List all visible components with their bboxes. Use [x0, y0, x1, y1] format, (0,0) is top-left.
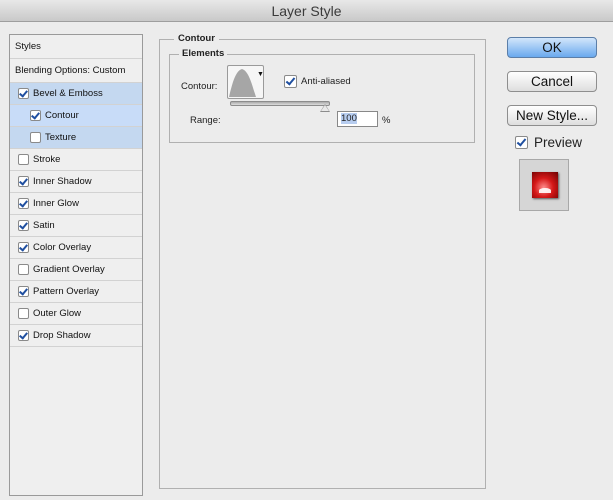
checkbox-contour[interactable]: [30, 110, 41, 121]
title-bar: Layer Style: [0, 0, 613, 22]
style-item-outer-glow[interactable]: Outer Glow: [10, 303, 142, 325]
anti-aliased-label: Anti-aliased: [301, 76, 351, 87]
style-item-inner-shadow[interactable]: Inner Shadow: [10, 171, 142, 193]
range-slider-thumb[interactable]: [320, 104, 330, 112]
style-item-label: Bevel & Emboss: [33, 88, 103, 99]
range-unit: %: [382, 115, 391, 126]
elements-group: Elements Contour: ▼ Anti-aliased Range: …: [169, 48, 475, 143]
style-item-stroke[interactable]: Stroke: [10, 149, 142, 171]
style-item-label: Satin: [33, 220, 55, 231]
checkbox-stroke[interactable]: [18, 154, 29, 165]
checkbox-inner-shadow[interactable]: [18, 176, 29, 187]
window-title: Layer Style: [271, 3, 342, 19]
checkbox-outer-glow[interactable]: [18, 308, 29, 319]
contour-picker[interactable]: ▼: [227, 65, 264, 99]
checkbox-drop-shadow[interactable]: [18, 330, 29, 341]
dialog-body: Styles Blending Options: Custom Bevel & …: [0, 22, 613, 500]
contour-label: Contour:: [181, 81, 218, 92]
range-value: 100: [341, 113, 357, 124]
checkbox-gradient-overlay[interactable]: [18, 264, 29, 275]
elements-group-title: Elements: [179, 48, 228, 59]
preview-checkbox[interactable]: [515, 136, 528, 149]
range-input[interactable]: 100: [337, 111, 378, 127]
new-style-button[interactable]: New Style...: [507, 105, 597, 126]
contour-curve-icon: [229, 69, 256, 97]
range-label: Range:: [190, 115, 221, 126]
style-item-label: Inner Glow: [33, 198, 79, 209]
chevron-down-icon[interactable]: ▼: [257, 71, 264, 78]
style-item-label: Inner Shadow: [33, 176, 92, 187]
preview-swatch: [532, 172, 558, 198]
anti-aliased-checkbox[interactable]: [284, 75, 297, 88]
style-item-gradient-overlay[interactable]: Gradient Overlay: [10, 259, 142, 281]
style-item-texture[interactable]: Texture: [10, 127, 142, 149]
checkbox-pattern-overlay[interactable]: [18, 286, 29, 297]
contour-section-title: Contour: [174, 33, 219, 44]
style-item-label: Texture: [45, 132, 77, 143]
style-preview-thumbnail: [519, 159, 569, 211]
range-slider[interactable]: [230, 101, 330, 106]
styles-header[interactable]: Styles: [10, 35, 142, 59]
style-item-bevel-emboss[interactable]: Bevel & Emboss: [10, 83, 142, 105]
style-item-label: Drop Shadow: [33, 330, 91, 341]
ok-button[interactable]: OK: [507, 37, 597, 58]
cancel-button[interactable]: Cancel: [507, 71, 597, 92]
style-item-drop-shadow[interactable]: Drop Shadow: [10, 325, 142, 347]
style-item-label: Color Overlay: [33, 242, 92, 253]
style-item-color-overlay[interactable]: Color Overlay: [10, 237, 142, 259]
checkbox-texture[interactable]: [30, 132, 41, 143]
style-item-inner-glow[interactable]: Inner Glow: [10, 193, 142, 215]
checkbox-satin[interactable]: [18, 220, 29, 231]
contour-panel: Contour Elements Contour: ▼ Anti-aliased…: [159, 33, 486, 489]
style-item-label: Gradient Overlay: [33, 264, 105, 275]
style-item-contour[interactable]: Contour: [10, 105, 142, 127]
preview-highlight: [539, 188, 551, 193]
style-item-label: Contour: [45, 110, 79, 121]
blending-options-item[interactable]: Blending Options: Custom: [10, 59, 142, 83]
anti-aliased-option[interactable]: Anti-aliased: [284, 75, 351, 88]
checkbox-bevel-emboss[interactable]: [18, 88, 29, 99]
checkbox-inner-glow[interactable]: [18, 198, 29, 209]
preview-option[interactable]: Preview: [515, 135, 582, 150]
style-item-label: Pattern Overlay: [33, 286, 99, 297]
style-item-pattern-overlay[interactable]: Pattern Overlay: [10, 281, 142, 303]
preview-label: Preview: [534, 135, 583, 150]
style-item-label: Stroke: [33, 154, 61, 165]
styles-list: Styles Blending Options: Custom Bevel & …: [9, 34, 143, 496]
style-item-label: Outer Glow: [33, 308, 82, 319]
style-item-satin[interactable]: Satin: [10, 215, 142, 237]
checkbox-color-overlay[interactable]: [18, 242, 29, 253]
